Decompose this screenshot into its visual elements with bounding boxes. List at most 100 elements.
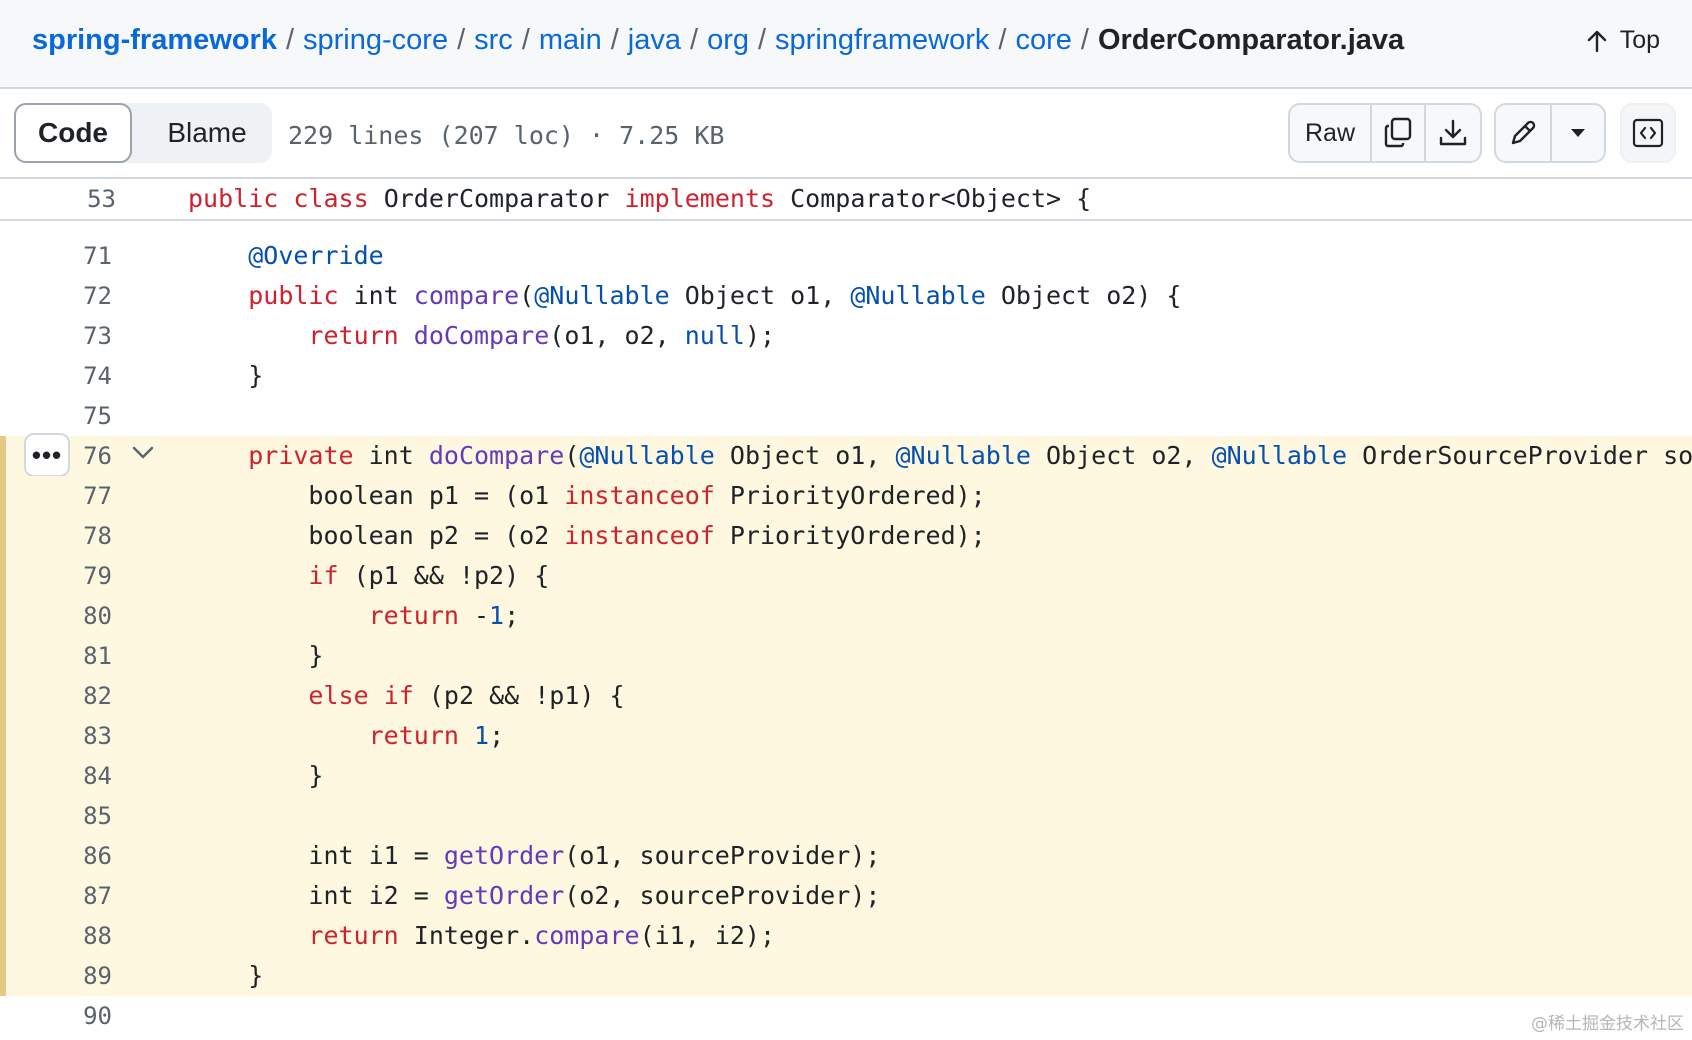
fold-chevron-icon[interactable] bbox=[132, 446, 154, 465]
download-button[interactable] bbox=[1424, 105, 1480, 161]
code-text: } bbox=[188, 756, 323, 796]
code-token-kw: else bbox=[308, 681, 369, 710]
line-number[interactable]: 77 bbox=[56, 476, 112, 516]
line-number[interactable]: 86 bbox=[56, 836, 112, 876]
edit-dropdown-button[interactable] bbox=[1550, 105, 1604, 161]
code-token-fn: compare bbox=[534, 921, 640, 950]
breadcrumb-separator: / bbox=[690, 24, 699, 56]
code-token: Object o2, bbox=[1030, 441, 1212, 470]
code-token-fn: doCompare bbox=[428, 441, 565, 470]
edit-button[interactable] bbox=[1496, 105, 1550, 161]
code-text: @Override bbox=[188, 236, 383, 276]
code-token: } bbox=[188, 961, 264, 990]
code-text: return -1; bbox=[188, 596, 520, 636]
tab-code[interactable]: Code bbox=[14, 103, 132, 163]
symbols-group bbox=[1620, 103, 1676, 163]
breadcrumb-current-file: OrderComparator.java bbox=[1097, 24, 1405, 56]
edit-actions-group bbox=[1494, 103, 1606, 163]
breadcrumb-link-java[interactable]: java bbox=[628, 24, 681, 56]
code-token-keyword: public bbox=[188, 184, 279, 213]
line-number[interactable]: 71 bbox=[56, 236, 112, 276]
code-line: 71 @Override bbox=[0, 236, 1692, 276]
code-line: 88 return Integer.compare(i1, i2); bbox=[0, 916, 1692, 956]
code-token: int bbox=[338, 281, 414, 310]
code-token: ( bbox=[564, 441, 580, 470]
line-number[interactable]: 73 bbox=[56, 316, 112, 356]
breadcrumb-link-spring-framework[interactable]: spring-framework bbox=[32, 24, 277, 56]
code-token-kw: if bbox=[383, 681, 414, 710]
code-token: boolean p1 = (o1 bbox=[188, 481, 565, 510]
line-number[interactable]: 53 bbox=[60, 179, 116, 219]
line-number[interactable]: 87 bbox=[56, 876, 112, 916]
line-number[interactable]: 90 bbox=[56, 996, 112, 1036]
line-number[interactable]: 78 bbox=[56, 516, 112, 556]
symbols-panel-button[interactable] bbox=[1622, 105, 1674, 161]
code-text: } bbox=[188, 956, 263, 996]
line-number[interactable]: 88 bbox=[56, 916, 112, 956]
code-text: boolean p1 = (o1 instanceof PriorityOrde… bbox=[188, 476, 985, 516]
file-actions-group: Raw bbox=[1288, 103, 1482, 163]
code-token-fn: compare bbox=[413, 281, 520, 310]
sticky-scope-line[interactable]: 53 public class OrderComparator implemen… bbox=[0, 179, 1692, 221]
breadcrumb-link-org[interactable]: org bbox=[707, 24, 749, 56]
code-token-an: @Nullable bbox=[895, 441, 1031, 470]
line-number[interactable]: 76 bbox=[56, 436, 112, 476]
line-number[interactable]: 80 bbox=[56, 596, 112, 636]
code-token: (p1 && !p2) { bbox=[338, 561, 550, 590]
code-token-fn: doCompare bbox=[413, 321, 550, 350]
line-number[interactable]: 89 bbox=[56, 956, 112, 996]
breadcrumb-separator: / bbox=[457, 24, 466, 56]
code-token-kw: return bbox=[368, 721, 459, 750]
line-number[interactable]: 81 bbox=[56, 636, 112, 676]
code-token: (i1, i2); bbox=[639, 921, 776, 950]
code-token: ); bbox=[744, 321, 776, 350]
line-number[interactable]: 84 bbox=[56, 756, 112, 796]
code-token-kw: if bbox=[308, 561, 339, 590]
code-line: 82 else if (p2 && !p1) { bbox=[0, 676, 1692, 716]
breadcrumb-link-spring-core[interactable]: spring-core bbox=[303, 24, 448, 56]
line-number[interactable]: 85 bbox=[56, 796, 112, 836]
code-token: (o2, sourceProvider); bbox=[564, 881, 881, 910]
top-label: Top bbox=[1619, 26, 1660, 54]
code-token-fn: getOrder bbox=[443, 841, 565, 870]
top-button[interactable]: Top bbox=[1586, 26, 1660, 55]
tab-blame[interactable]: Blame bbox=[142, 103, 272, 163]
code-token: OrderSourceProvider sourceP bbox=[1362, 441, 1692, 470]
code-token-an: @Nullable bbox=[534, 281, 670, 310]
breadcrumb: spring-framework / spring-core / src / main / ja… bbox=[32, 24, 1404, 57]
code-token: } bbox=[188, 641, 324, 670]
code-token: Integer. bbox=[398, 921, 535, 950]
line-number[interactable]: 72 bbox=[56, 276, 112, 316]
code-text: int i2 = getOrder(o2, sourceProvider); bbox=[188, 876, 880, 916]
code-token-an: @Nullable bbox=[579, 441, 715, 470]
code-token: (o1, o2, bbox=[549, 321, 685, 350]
code-token: (p2 && !p1) { bbox=[413, 681, 625, 710]
file-info: 229 lines (207 loc) · 7.25 KB bbox=[288, 121, 725, 150]
code-token-kw: instanceof bbox=[564, 521, 715, 550]
breadcrumb-link-src[interactable]: src bbox=[474, 24, 513, 56]
raw-button[interactable]: Raw bbox=[1290, 105, 1370, 161]
code-text: int i1 = getOrder(o1, sourceProvider); bbox=[188, 836, 880, 876]
line-number[interactable]: 82 bbox=[56, 676, 112, 716]
copy-button[interactable] bbox=[1370, 105, 1424, 161]
code-token-nb: 1 bbox=[474, 721, 490, 750]
code-text: return doCompare(o1, o2, null); bbox=[188, 316, 775, 356]
line-number[interactable]: 74 bbox=[56, 356, 112, 396]
breadcrumb-link-core[interactable]: core bbox=[1015, 24, 1071, 56]
breadcrumb-link-main[interactable]: main bbox=[539, 24, 602, 56]
line-number[interactable]: 79 bbox=[56, 556, 112, 596]
code-line: 90 bbox=[0, 996, 1692, 1036]
line-number[interactable]: 83 bbox=[56, 716, 112, 756]
line-number[interactable]: 75 bbox=[56, 396, 112, 436]
raw-label: Raw bbox=[1304, 118, 1355, 147]
breadcrumb-link-springframework[interactable]: springframework bbox=[775, 24, 989, 56]
code-line: 79 if (p1 && !p2) { bbox=[0, 556, 1692, 596]
